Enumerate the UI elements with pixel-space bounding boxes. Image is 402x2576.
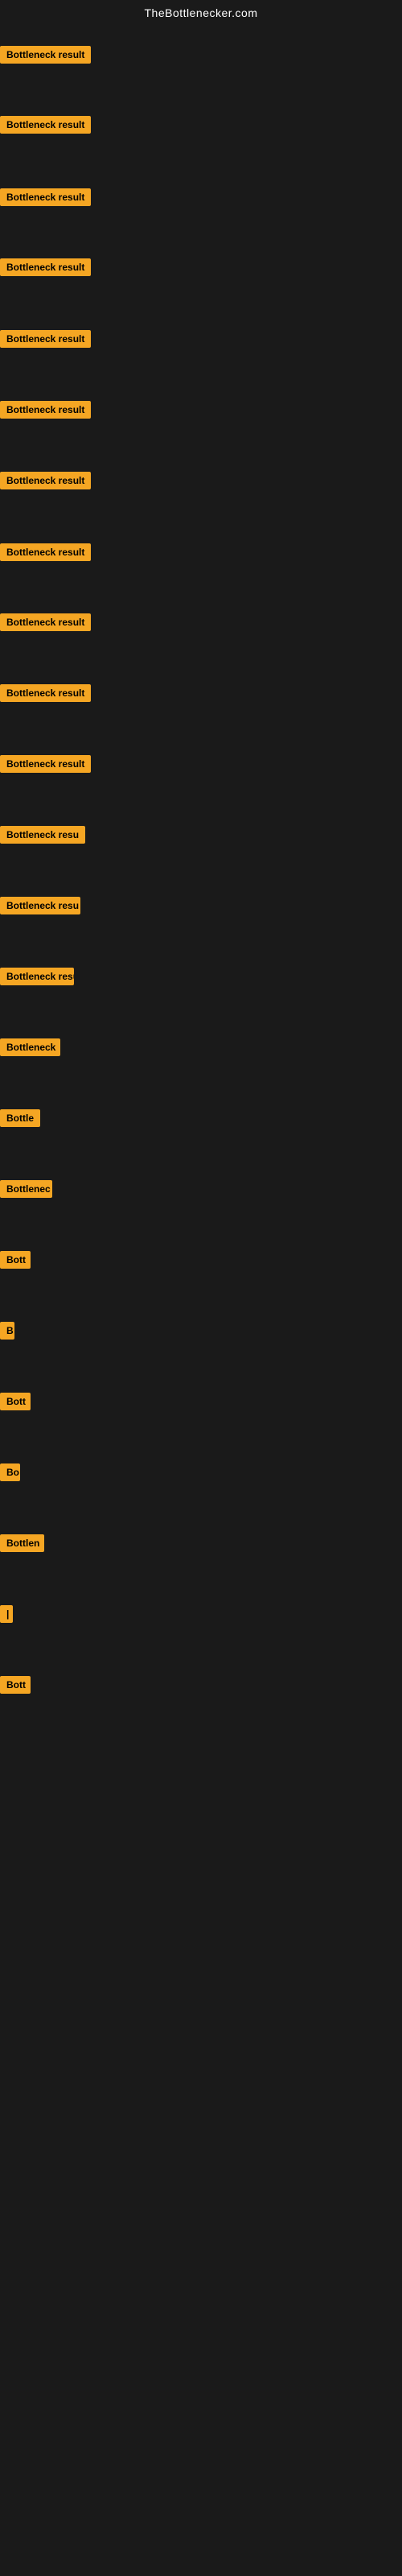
bottleneck-result-item[interactable]: Bottlenec [0,1180,52,1202]
bottleneck-badge: Bottleneck result [0,401,91,419]
bottleneck-result-item[interactable]: Bottle [0,1109,40,1131]
bottleneck-badge: Bottleneck result [0,472,91,489]
bottleneck-result-item[interactable]: Bott [0,1676,31,1698]
bottleneck-badge: Bottlenec [0,1180,52,1198]
bottleneck-badge: Bo [0,1463,20,1481]
bottleneck-badge: Bottleneck [0,1038,60,1056]
bottleneck-result-item[interactable]: Bottleneck resu [0,826,85,848]
bottleneck-badge: Bottleneck result [0,188,91,206]
bottleneck-result-item[interactable]: Bottlen [0,1534,44,1556]
bottleneck-result-item[interactable]: Bo [0,1463,20,1485]
bottleneck-result-item[interactable]: B [0,1322,14,1344]
bottleneck-badge: Bottleneck result [0,755,91,773]
bottleneck-badge: Bottleneck result [0,330,91,348]
bottleneck-badge: Bottle [0,1109,40,1127]
bottleneck-badge: Bottleneck result [0,258,91,276]
bottleneck-result-item[interactable]: Bottleneck result [0,613,91,635]
bottleneck-badge: | [0,1605,13,1623]
bottleneck-result-item[interactable]: Bottleneck resu [0,968,74,989]
bottleneck-badge: Bott [0,1251,31,1269]
bottleneck-result-item[interactable]: Bottleneck result [0,472,91,493]
bottleneck-badge: Bottleneck resu [0,826,85,844]
bottleneck-result-item[interactable]: Bottleneck result [0,46,91,68]
bottleneck-badge: Bottleneck result [0,543,91,561]
bottleneck-badge: Bott [0,1676,31,1694]
bottleneck-result-item[interactable]: Bott [0,1251,31,1273]
bottleneck-badge: Bottleneck resu [0,968,74,985]
bottleneck-result-item[interactable]: Bottleneck result [0,755,91,777]
bottleneck-result-item[interactable]: | [0,1605,13,1627]
bottleneck-result-item[interactable]: Bottleneck result [0,684,91,706]
bottleneck-badge: B [0,1322,14,1340]
bottleneck-result-item[interactable]: Bott [0,1393,31,1414]
site-title: TheBottlenecker.com [0,0,402,23]
bottleneck-badge: Bott [0,1393,31,1410]
bottleneck-result-item[interactable]: Bottleneck result [0,116,91,138]
bottleneck-result-item[interactable]: Bottleneck result [0,401,91,423]
bottleneck-badge: Bottleneck result [0,684,91,702]
bottleneck-result-item[interactable]: Bottleneck result [0,188,91,210]
bottleneck-result-item[interactable]: Bottleneck result [0,330,91,352]
bottleneck-badge: Bottleneck resu [0,897,80,914]
bottleneck-badge: Bottleneck result [0,613,91,631]
bottleneck-result-item[interactable]: Bottleneck result [0,543,91,565]
bottleneck-badge: Bottleneck result [0,116,91,134]
bottleneck-badge: Bottleneck result [0,46,91,64]
bottleneck-result-item[interactable]: Bottleneck result [0,258,91,280]
bottleneck-badge: Bottlen [0,1534,44,1552]
bottleneck-result-item[interactable]: Bottleneck [0,1038,60,1060]
bottleneck-result-item[interactable]: Bottleneck resu [0,897,80,919]
